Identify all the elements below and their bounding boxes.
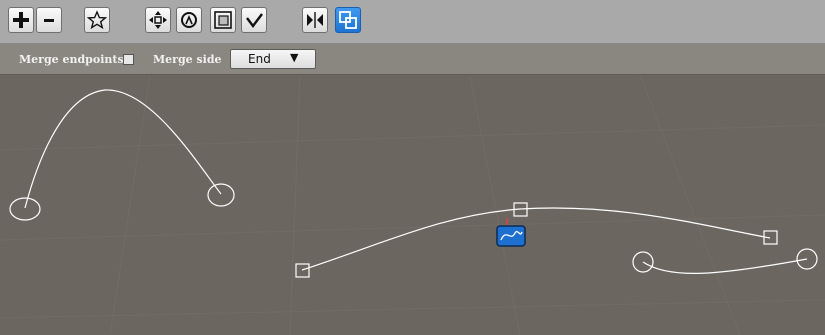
scale-icon xyxy=(214,11,232,29)
scale-tool-button[interactable] xyxy=(210,7,236,33)
curve-node-handle[interactable] xyxy=(295,263,310,278)
toolbar xyxy=(0,0,825,44)
add-button[interactable] xyxy=(8,7,34,33)
merge-side-value: End xyxy=(248,52,271,66)
grid xyxy=(0,75,825,335)
scene-viewport[interactable] xyxy=(0,75,825,335)
spline-curve[interactable] xyxy=(24,89,222,209)
merge-endpoints-checkbox[interactable] xyxy=(123,54,134,65)
chevron-down-icon: ▼ xyxy=(290,51,299,64)
split-icon xyxy=(246,13,263,28)
mirror-icon xyxy=(307,12,323,28)
options-bar: Merge endpoints Merge side End ▼ xyxy=(0,44,825,75)
rotate-icon xyxy=(181,12,197,28)
move-tool-button[interactable] xyxy=(145,7,171,33)
merge-side-dropdown[interactable]: End ▼ xyxy=(230,49,316,69)
rotate-tool-button[interactable] xyxy=(176,7,202,33)
minus-icon xyxy=(44,19,54,22)
star-icon xyxy=(87,10,107,30)
mirror-tool-button[interactable] xyxy=(302,7,328,33)
spline-curve[interactable] xyxy=(642,258,808,275)
favorite-button[interactable] xyxy=(84,7,110,33)
merge-tool-button[interactable] xyxy=(335,7,361,33)
curve-object-icon[interactable] xyxy=(496,218,526,247)
curve-endpoint-handle[interactable] xyxy=(207,183,235,207)
remove-button[interactable] xyxy=(36,7,62,33)
curve-endpoint-handle[interactable] xyxy=(9,197,41,221)
split-tool-button[interactable] xyxy=(241,7,267,33)
merge-side-label: Merge side xyxy=(153,53,222,66)
spline-curve[interactable] xyxy=(301,207,771,271)
plus-icon xyxy=(13,12,29,28)
merge-endpoints-label: Merge endpoints xyxy=(19,53,124,66)
move-arrows-icon xyxy=(149,11,167,29)
merge-icon xyxy=(339,11,357,29)
